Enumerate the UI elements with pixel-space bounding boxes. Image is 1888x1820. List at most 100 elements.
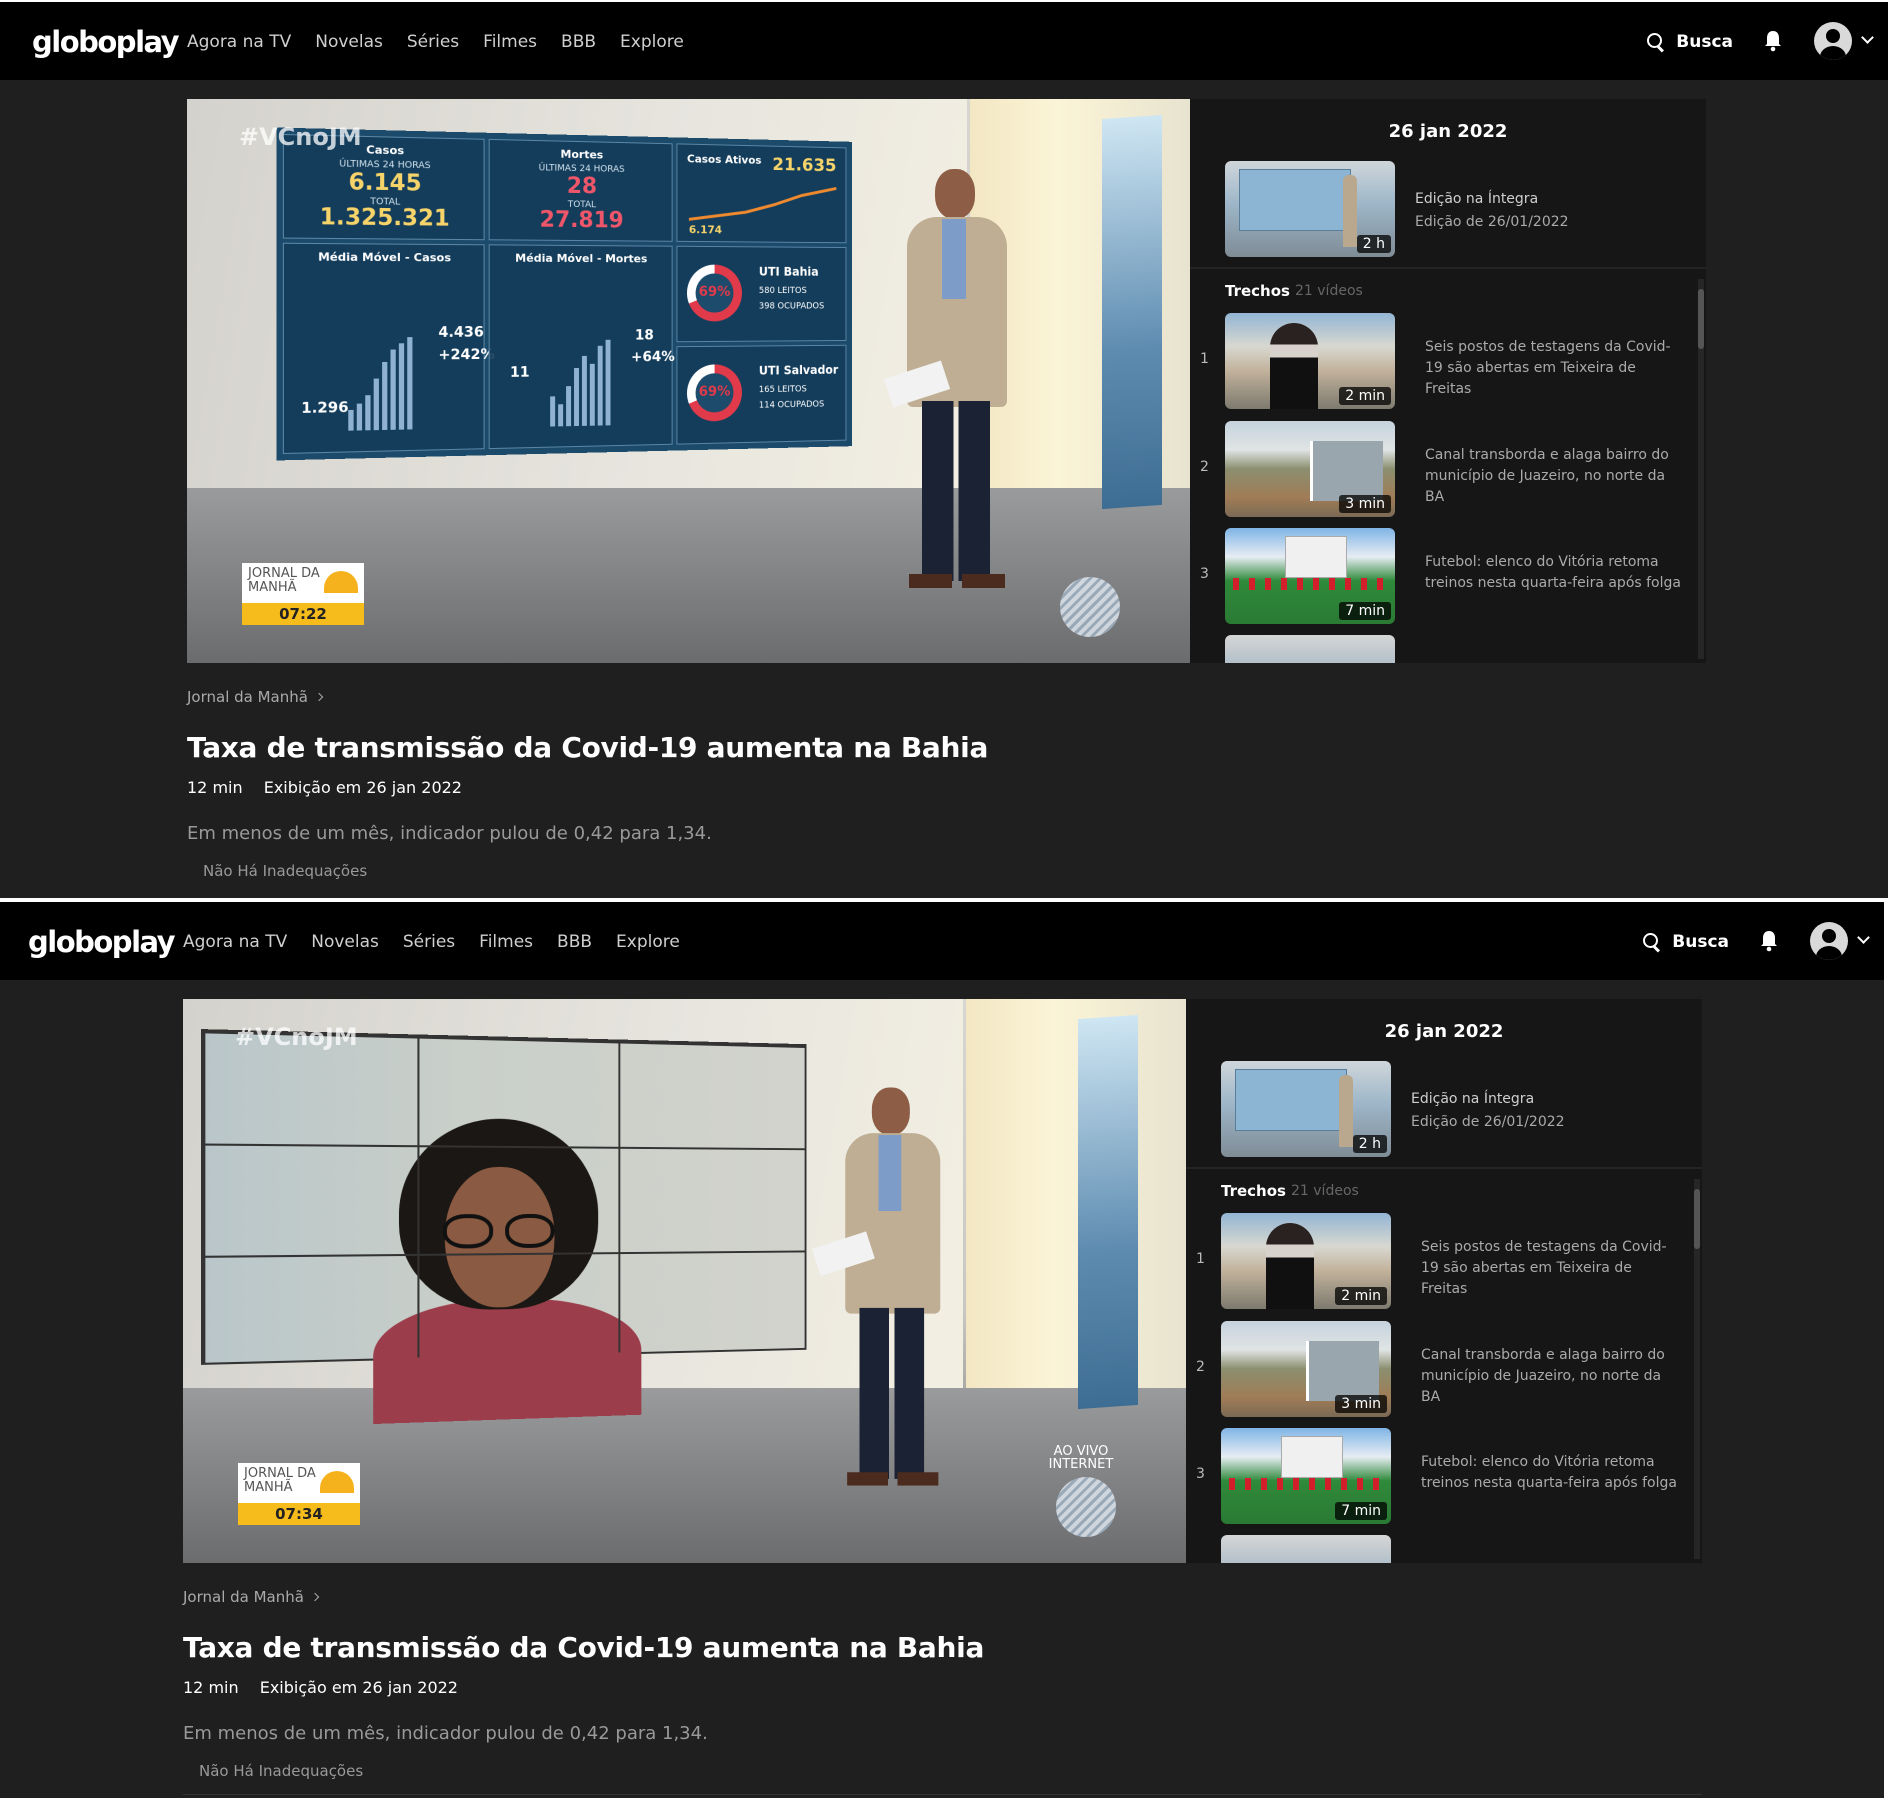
episode-side-panel: 26 jan 2022 2 h Edição na Íntegra Edição…	[1186, 999, 1702, 1563]
clip-item[interactable]: 1 2 min Seis postos de testagens da Covi…	[1196, 1213, 1676, 1309]
panel-date: 26 jan 2022	[1388, 121, 1508, 142]
bell-icon[interactable]	[1759, 930, 1779, 952]
anchor-legs	[859, 1307, 925, 1479]
dash-uti-salvador-title: UTI Salvador	[758, 363, 839, 378]
chevron-right-icon	[314, 692, 324, 702]
clip-thumbnail[interactable]: 7 min	[1221, 1428, 1391, 1524]
nav-agora-na-tv[interactable]: Agora na TV	[183, 932, 287, 952]
globoplay-logo[interactable]: globoplay	[28, 925, 176, 959]
dash-uti-salvador-pct: 69%	[698, 383, 731, 400]
nav-novelas[interactable]: Novelas	[311, 932, 379, 952]
breadcrumb[interactable]: Jornal da Manhã	[183, 1588, 320, 1606]
dash-uti-bahia-title: UTI Bahia	[758, 264, 819, 279]
dash-uti-salvador-donut: 69%	[686, 364, 742, 422]
duration-badge: 7 min	[1339, 602, 1391, 620]
nav-series[interactable]: Séries	[407, 32, 459, 52]
dash-mortes: Mortes ÚLTIMAS 24 HORAS 28 TOTAL 27.819	[488, 138, 673, 242]
clip-item[interactable]: 2 3 min Canal transborda e alaga bairro …	[1196, 1321, 1676, 1417]
top-nav-bar: globoplay Agora na TV Novelas Séries Fil…	[0, 900, 1884, 980]
dash-movel-casos-end: 4.436	[438, 324, 484, 341]
duration-badge: 2 min	[1335, 1287, 1387, 1305]
clip-title: Canal transborda e alaga bairro do munic…	[1421, 1347, 1665, 1405]
jornal-da-manha-logo: JORNAL DA MANHÃ 07:22	[242, 563, 364, 625]
full-episode-thumbnail[interactable]: 2 h	[1225, 161, 1395, 257]
news-anchor	[883, 169, 1007, 589]
search-button[interactable]: Busca	[1646, 32, 1733, 52]
search-button[interactable]: Busca	[1642, 932, 1729, 952]
video-player[interactable]: Casos ÚLTIMAS 24 HORAS 6.145 TOTAL 1.325…	[187, 99, 1190, 663]
nav-filmes[interactable]: Filmes	[483, 32, 537, 52]
clip-item-partial[interactable]	[1196, 1535, 1676, 1563]
divider	[183, 1794, 1702, 1795]
panel-date: 26 jan 2022	[1384, 1021, 1504, 1042]
nav-explore[interactable]: Explore	[620, 32, 684, 52]
clip-number: 3	[1200, 566, 1209, 582]
duration-badge: 7 min	[1335, 1502, 1387, 1520]
clip-thumbnail[interactable]: 7 min	[1225, 528, 1395, 624]
video-player[interactable]: #VCnoJM JORNAL DA MANHÃ 07:34 AO VIVO IN…	[183, 999, 1186, 1563]
breadcrumb[interactable]: Jornal da Manhã	[187, 688, 324, 706]
nav-agora-na-tv[interactable]: Agora na TV	[187, 32, 291, 52]
dash-uti-bahia: 69% UTI Bahia 580 LEITOS 398 OCUPADOS	[676, 245, 847, 343]
clip-title: Futebol: elenco do Vitória retoma treino…	[1425, 554, 1681, 591]
nav-explore[interactable]: Explore	[616, 932, 680, 952]
hashtag-overlay: #VCnoJM	[239, 123, 362, 151]
panel-scrollbar[interactable]	[1694, 1179, 1700, 1559]
clip-title: Seis postos de testagens da Covid-19 são…	[1421, 1239, 1667, 1297]
clip-thumbnail[interactable]: 2 min	[1225, 313, 1395, 409]
breadcrumb-label[interactable]: Jornal da Manhã	[187, 688, 308, 706]
dash-ativos-value: 21.635	[772, 154, 837, 176]
clip-item-partial[interactable]	[1200, 635, 1680, 663]
dash-movel-mortes-bars	[550, 336, 629, 427]
avatar[interactable]	[1810, 922, 1848, 960]
anchor-shoes	[909, 574, 1005, 588]
clip-item[interactable]: 3 7 min Futebol: elenco do Vitória retom…	[1196, 1428, 1677, 1524]
clip-item[interactable]: 2 3 min Canal transborda e alaga bairro …	[1200, 421, 1680, 517]
dash-casos-24h: 6.145	[348, 169, 422, 197]
full-episode-thumbnail[interactable]: 2 h	[1221, 1061, 1391, 1157]
covid-dashboard-screen: Casos ÚLTIMAS 24 HORAS 6.145 TOTAL 1.325…	[276, 127, 852, 461]
scrollbar-thumb[interactable]	[1698, 289, 1704, 349]
panel-scrollbar[interactable]	[1698, 279, 1704, 659]
top-nav-bar: globoplay Agora na TV Novelas Séries Fil…	[0, 0, 1888, 80]
video-duration: 12 min	[187, 778, 243, 797]
dash-movel-casos-bars	[348, 337, 432, 431]
clip-thumbnail[interactable]	[1221, 1535, 1391, 1563]
full-episode-item[interactable]: 2 h Edição na Íntegra Edição de 26/01/20…	[1221, 1061, 1681, 1157]
nav-novelas[interactable]: Novelas	[315, 32, 383, 52]
dash-uti-salvador: 69% UTI Salvador 165 LEITOS 114 OCUPADOS	[676, 344, 847, 445]
clip-thumbnail[interactable]: 2 min	[1221, 1213, 1391, 1309]
anchor-head	[871, 1087, 910, 1135]
clip-thumbnail[interactable]: 3 min	[1225, 421, 1395, 517]
main-nav: Agora na TV Novelas Séries Filmes BBB Ex…	[183, 932, 704, 952]
nav-bbb[interactable]: BBB	[557, 932, 592, 952]
clip-thumbnail[interactable]	[1225, 635, 1395, 663]
full-episode-item[interactable]: 2 h Edição na Íntegra Edição de 26/01/20…	[1225, 161, 1685, 257]
breadcrumb-label[interactable]: Jornal da Manhã	[183, 1588, 304, 1606]
anchor-shirt	[942, 219, 966, 299]
scrollbar-thumb[interactable]	[1694, 1189, 1700, 1249]
dash-uti-bahia-leitos: 580 LEITOS	[758, 286, 807, 296]
chevron-down-icon[interactable]	[1857, 931, 1870, 944]
clip-item[interactable]: 1 2 min Seis postos de testagens da Covi…	[1200, 313, 1680, 409]
anchor-legs	[922, 401, 990, 581]
screenshot-top: globoplay Agora na TV Novelas Séries Fil…	[0, 0, 1888, 898]
full-episode-subtitle: Edição de 26/01/2022	[1411, 1114, 1565, 1130]
aired-date: Exibição em 26 jan 2022	[259, 1678, 458, 1697]
dash-uti-bahia-pct: 69%	[698, 284, 731, 300]
clip-item[interactable]: 3 7 min Futebol: elenco do Vitória retom…	[1200, 528, 1681, 624]
clip-thumbnail[interactable]: 3 min	[1221, 1321, 1391, 1417]
screenshot-bottom: globoplay Agora na TV Novelas Séries Fil…	[0, 900, 1884, 1798]
aired-date: Exibição em 26 jan 2022	[263, 778, 462, 797]
bell-icon[interactable]	[1763, 30, 1783, 52]
globoplay-logo[interactable]: globoplay	[32, 25, 180, 59]
nav-filmes[interactable]: Filmes	[479, 932, 533, 952]
dash-movel-casos-title: Média Móvel - Casos	[318, 250, 452, 265]
duration-badge: 2 min	[1339, 387, 1391, 405]
nav-series[interactable]: Séries	[403, 932, 455, 952]
chevron-down-icon[interactable]	[1861, 31, 1874, 44]
nav-bbb[interactable]: BBB	[561, 32, 596, 52]
side-screen	[1078, 1014, 1138, 1410]
avatar[interactable]	[1814, 22, 1852, 60]
dash-movel-mortes-title: Média Móvel - Mortes	[515, 251, 648, 266]
